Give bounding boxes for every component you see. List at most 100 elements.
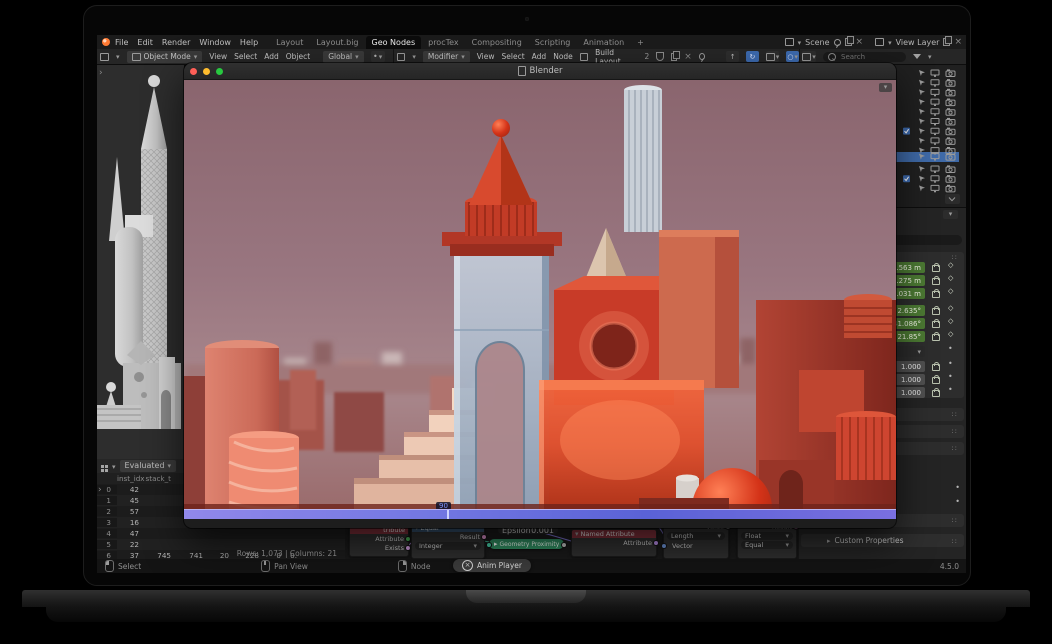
orientation-dropdown[interactable]: Global: [323, 51, 363, 63]
editor-type-icon[interactable]: [397, 53, 405, 61]
chevron-down-icon[interactable]: [575, 530, 579, 538]
animate-dot-icon[interactable]: [955, 497, 960, 506]
panel-drag-handle[interactable]: [951, 444, 958, 452]
lock-icon[interactable]: [932, 377, 940, 384]
playhead[interactable]: [447, 510, 449, 519]
pin-icon[interactable]: [834, 39, 841, 46]
view-options-button[interactable]: [879, 83, 892, 92]
tab-geo-nodes[interactable]: Geo Nodes: [366, 36, 422, 49]
copy-icon[interactable]: [671, 53, 678, 61]
scene-icon[interactable]: [785, 38, 794, 46]
panel-drag-handle[interactable]: [951, 516, 958, 524]
parent-snap-button[interactable]: ↑: [726, 51, 739, 62]
outliner-search[interactable]: [823, 52, 906, 62]
lock-icon[interactable]: [932, 291, 940, 298]
lock-icon[interactable]: [932, 321, 940, 328]
snap-grid-button[interactable]: [766, 51, 780, 62]
keyframe-icon[interactable]: [948, 317, 953, 325]
viewport-menu-add[interactable]: Add: [264, 52, 279, 61]
column-inst-idx[interactable]: inst_idx: [117, 474, 145, 483]
tab-compositing[interactable]: Compositing: [466, 36, 528, 49]
socket-result[interactable]: [481, 534, 487, 540]
table-row[interactable]: 447: [97, 528, 345, 539]
custom-properties-panel[interactable]: Custom Properties: [801, 534, 964, 547]
playback-timeline[interactable]: [184, 509, 896, 519]
search-input[interactable]: [839, 52, 901, 62]
keyframe-icon[interactable]: [948, 304, 953, 312]
sidebar-expand-icon[interactable]: [98, 485, 102, 495]
chevron-right-icon[interactable]: [494, 540, 498, 548]
render-window[interactable]: Blender: [184, 63, 896, 528]
node-menu-node[interactable]: Node: [553, 52, 573, 61]
keyframe-icon[interactable]: [948, 274, 953, 282]
equal-node[interactable]: Equal Result Integer: [411, 523, 485, 559]
chevron-down-icon[interactable]: [928, 52, 932, 61]
lock-icon[interactable]: [932, 390, 940, 397]
animate-dot-icon[interactable]: [955, 483, 960, 492]
menu-help[interactable]: Help: [240, 38, 258, 47]
overlays-button[interactable]: ○: [786, 51, 799, 62]
chevron-down-icon[interactable]: [888, 38, 892, 47]
close-icon[interactable]: [954, 37, 962, 47]
viewport-menu-object[interactable]: Object: [286, 52, 310, 61]
lock-icon[interactable]: [932, 364, 940, 371]
equal-type-dropdown[interactable]: Integer: [415, 542, 481, 550]
chevron-down-icon[interactable]: [798, 38, 802, 47]
animate-dot-icon[interactable]: [948, 385, 953, 394]
view-layer-icon[interactable]: [875, 38, 884, 46]
lock-icon[interactable]: [932, 265, 940, 272]
geometry-proximity-node[interactable]: Geometry Proximity: [489, 539, 564, 549]
viewport-menu-view[interactable]: View: [209, 52, 227, 61]
animate-dot-icon[interactable]: [948, 372, 953, 381]
animate-dot-icon[interactable]: [948, 359, 953, 368]
column-stack-t[interactable]: stack_t: [145, 474, 177, 483]
menu-render[interactable]: Render: [162, 38, 190, 47]
collapse-button[interactable]: [943, 210, 958, 219]
scene-name[interactable]: Scene: [805, 38, 829, 47]
panel-drag-handle[interactable]: [951, 427, 958, 435]
tab-layout-big[interactable]: Layout.big: [310, 36, 364, 49]
panel-drag-handle[interactable]: [951, 410, 958, 418]
snap-target-button[interactable]: [371, 51, 385, 62]
copy-icon[interactable]: [845, 38, 852, 46]
close-icon[interactable]: [856, 37, 864, 47]
node-context-dropdown[interactable]: Modifier: [423, 51, 470, 63]
dataset-dropdown[interactable]: Evaluated: [120, 460, 177, 472]
anim-player-button[interactable]: Anim Player: [453, 559, 531, 572]
node-menu-add[interactable]: Add: [532, 52, 547, 61]
menu-window[interactable]: Window: [199, 38, 231, 47]
close-icon[interactable]: [684, 52, 692, 62]
tab-proctex[interactable]: procTex: [422, 36, 465, 49]
animate-dot-icon[interactable]: [948, 344, 953, 353]
socket-attribute[interactable]: [653, 540, 659, 546]
dataset-icon[interactable]: [101, 465, 104, 468]
viewport-3d[interactable]: [97, 65, 184, 459]
copy-icon[interactable]: [943, 38, 950, 46]
filter-funnel-icon[interactable]: [913, 54, 921, 59]
lock-icon[interactable]: [932, 278, 940, 285]
compare-type-dropdown[interactable]: Float: [741, 532, 793, 540]
panel-drag-handle[interactable]: [951, 536, 958, 545]
chevron-down-icon[interactable]: [116, 52, 120, 61]
node-group-users[interactable]: 2: [645, 52, 650, 61]
panel-drag-handle[interactable]: [951, 253, 958, 261]
compare-op-dropdown[interactable]: Equal: [741, 541, 793, 549]
auto-offset-button[interactable]: ↻: [746, 51, 759, 62]
tab-layout[interactable]: Layout: [270, 36, 309, 49]
chevron-down-icon[interactable]: [112, 462, 116, 471]
viewport-menu-select[interactable]: Select: [234, 52, 257, 61]
keyframe-icon[interactable]: [948, 330, 953, 338]
lock-icon[interactable]: [932, 308, 940, 315]
pin-icon[interactable]: [699, 53, 706, 60]
socket-geometry[interactable]: [486, 542, 492, 548]
display-mode-button[interactable]: [802, 51, 816, 62]
keyframe-icon[interactable]: [948, 261, 953, 269]
mode-dropdown[interactable]: Object Mode: [127, 51, 203, 63]
keyframe-icon[interactable]: [948, 287, 953, 295]
window-titlebar[interactable]: Blender: [184, 63, 896, 80]
chevron-down-icon[interactable]: [412, 52, 416, 61]
editor-type-icon[interactable]: [100, 53, 109, 61]
tab-scripting[interactable]: Scripting: [529, 36, 577, 49]
toolbar-expand-icon[interactable]: [99, 68, 103, 78]
vector-math-dropdown[interactable]: Length: [667, 532, 725, 540]
